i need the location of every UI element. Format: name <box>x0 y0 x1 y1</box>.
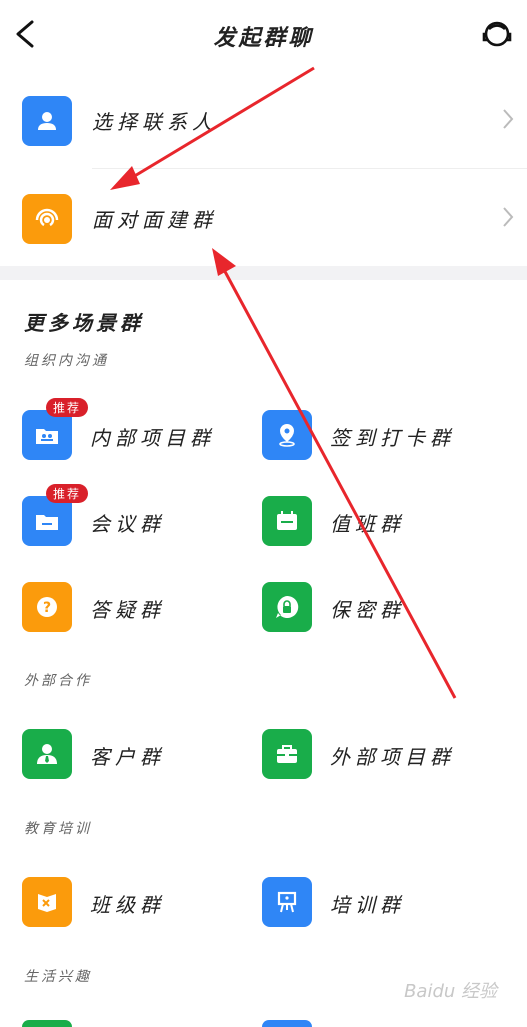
item-label: 值班群 <box>330 512 405 536</box>
item-label: 培训群 <box>330 893 405 917</box>
question-icon: ? <box>22 582 72 632</box>
header: 发起群聊 <box>0 0 527 72</box>
face-to-face-row[interactable]: 面对面建群 <box>0 170 527 266</box>
headset-icon[interactable] <box>479 14 515 54</box>
grid-item-qa[interactable]: ? 答疑群 <box>22 582 262 638</box>
grid-item-check-in[interactable]: 签到打卡群 <box>262 410 502 466</box>
item-label: 客户群 <box>90 745 165 769</box>
partial-item-icon <box>262 1020 312 1027</box>
more-scenes-title: 更多场景群 <box>24 311 144 335</box>
watermark: Baidu 经验 <box>404 981 497 1002</box>
briefcase-icon <box>262 729 312 779</box>
svg-text:?: ? <box>43 600 51 616</box>
calendar-icon <box>262 496 312 546</box>
section-title: 组织内沟通 <box>24 353 109 369</box>
select-contacts-row[interactable]: 选择联系人 <box>0 72 527 168</box>
section-title: 外部合作 <box>24 673 92 689</box>
customer-icon <box>22 729 72 779</box>
chevron-right-icon <box>503 109 514 129</box>
grid-item-training[interactable]: 培训群 <box>262 877 502 933</box>
grid-item-customer[interactable]: 客户群 <box>22 729 262 785</box>
recommend-badge: 推荐 <box>46 398 89 417</box>
item-label: 保密群 <box>330 598 405 622</box>
folder-group-icon <box>22 410 72 460</box>
item-label: 签到打卡群 <box>330 426 455 450</box>
recommend-badge: 推荐 <box>46 484 89 503</box>
signal-icon <box>22 194 72 244</box>
item-label: 外部项目群 <box>330 745 455 769</box>
item-label: 内部项目群 <box>90 426 215 450</box>
row-label: 面对面建群 <box>92 208 217 232</box>
grid-item-internal-project[interactable]: 推荐 内部项目群 <box>22 398 262 466</box>
chevron-right-icon <box>503 207 514 227</box>
lock-bubble-icon <box>262 582 312 632</box>
grid-item-class[interactable]: 班级群 <box>22 877 262 933</box>
easel-icon <box>262 877 312 927</box>
person-icon <box>22 96 72 146</box>
page-title: 发起群聊 <box>213 26 314 51</box>
row-label: 选择联系人 <box>92 110 217 134</box>
item-label: 答疑群 <box>90 598 165 622</box>
grid-item-external-project[interactable]: 外部项目群 <box>262 729 502 785</box>
section-separator <box>0 266 527 280</box>
grid-item-duty[interactable]: 值班群 <box>262 496 502 552</box>
section-title: 教育培训 <box>24 821 92 837</box>
grid-item-meeting[interactable]: 推荐 会议群 <box>22 484 262 552</box>
item-label: 班级群 <box>90 893 165 917</box>
section-title: 生活兴趣 <box>24 969 92 985</box>
book-icon <box>22 877 72 927</box>
folder-icon <box>22 496 72 546</box>
grid-item-secret[interactable]: 保密群 <box>262 582 502 638</box>
partial-item-icon <box>22 1020 72 1027</box>
divider <box>92 168 527 169</box>
item-label: 会议群 <box>90 512 165 536</box>
location-pin-icon <box>262 410 312 460</box>
